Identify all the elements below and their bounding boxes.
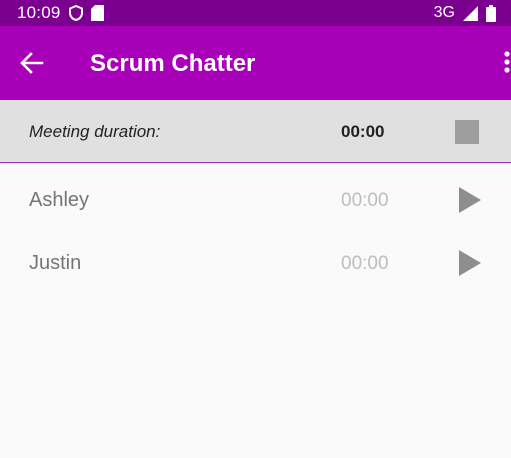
overflow-menu-button[interactable] [501, 50, 511, 76]
vpn-shield-icon [68, 5, 83, 21]
meeting-duration-value: 00:00 [341, 122, 385, 141]
speaker-time: 00:00 [341, 190, 389, 211]
status-bar: 10:09 3G [0, 0, 511, 26]
back-button[interactable] [18, 51, 46, 75]
meeting-duration-label: Meeting duration: [29, 122, 161, 141]
speaker-name: Ashley [29, 189, 90, 211]
status-bar-left: 10:09 [17, 3, 104, 23]
signal-icon [463, 5, 478, 21]
battery-icon [486, 4, 496, 22]
play-icon [458, 186, 482, 214]
back-arrow-icon [18, 51, 46, 75]
speaker-row[interactable]: Justin 00:00 [0, 233, 511, 295]
status-bar-right: 3G [434, 4, 496, 22]
app-bar: Scrum Chatter [0, 26, 511, 100]
meeting-duration-row: Meeting duration: 00:00 [0, 100, 511, 163]
app-title: Scrum Chatter [90, 50, 256, 77]
speaker-name: Justin [29, 252, 82, 274]
sd-card-icon [90, 5, 104, 21]
stop-meeting-button[interactable] [455, 120, 479, 144]
play-icon [458, 249, 482, 277]
speaker-time: 00:00 [341, 253, 389, 274]
start-speaker-button[interactable] [458, 249, 482, 277]
overflow-menu-icon [501, 50, 511, 76]
status-time: 10:09 [17, 3, 61, 22]
network-type: 3G [433, 4, 455, 21]
start-speaker-button[interactable] [458, 186, 482, 214]
speaker-row[interactable]: Ashley 00:00 [0, 170, 511, 232]
